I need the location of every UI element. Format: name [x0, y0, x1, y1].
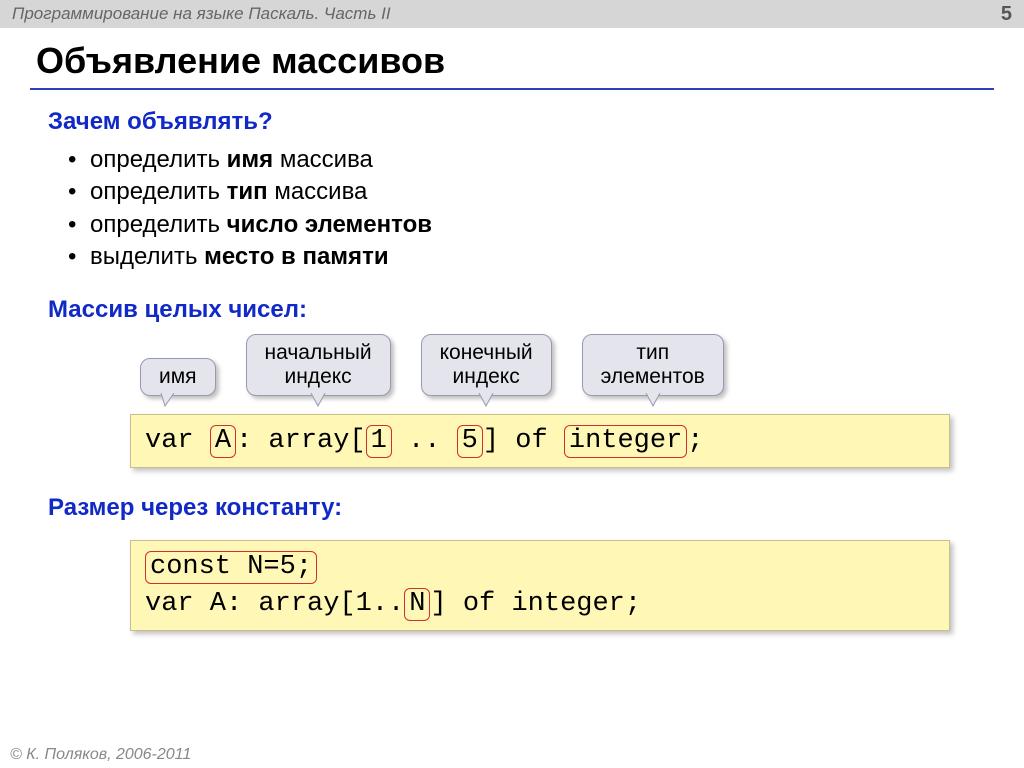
callout-element-type: тип элементов: [582, 334, 724, 396]
hl-const-line: const N=5;: [145, 551, 317, 584]
list-item: определить число элементов: [90, 209, 994, 241]
page-number: 5: [1001, 3, 1012, 26]
list-item: определить тип массива: [90, 176, 994, 208]
page-title: Объявление массивов: [30, 36, 994, 90]
footer-copyright: © К. Поляков, 2006-2011: [10, 746, 191, 764]
hl-end-index: 5: [457, 425, 483, 458]
list-item: выделить место в памяти: [90, 241, 994, 273]
header-bar: Программирование на языке Паскаль. Часть…: [0, 0, 1024, 28]
callout-start-index: начальный индекс: [246, 334, 391, 396]
why-heading: Зачем объявлять?: [48, 108, 994, 136]
callout-name: имя: [140, 358, 216, 396]
const-heading: Размер через константу:: [48, 494, 994, 522]
int-array-heading: Массив целых чисел:: [48, 296, 994, 324]
slide-body: Объявление массивов Зачем объявлять? опр…: [0, 28, 1024, 631]
hl-array-name: A: [210, 425, 236, 458]
code-const-decl: const N=5; var A: array[1..N] of integer…: [130, 540, 950, 631]
hl-element-type: integer: [564, 425, 687, 458]
course-title: Программирование на языке Паскаль. Часть…: [12, 4, 391, 24]
why-list: определить имя массива определить тип ма…: [30, 144, 994, 274]
hl-const-n: N: [404, 588, 430, 621]
callout-end-index: конечный индекс: [421, 334, 552, 396]
list-item: определить имя массива: [90, 144, 994, 176]
code-array-decl: var A: array[1 .. 5] of integer;: [130, 414, 950, 468]
callout-row: имя начальный индекс конечный индекс тип…: [90, 334, 994, 396]
hl-start-index: 1: [366, 425, 392, 458]
